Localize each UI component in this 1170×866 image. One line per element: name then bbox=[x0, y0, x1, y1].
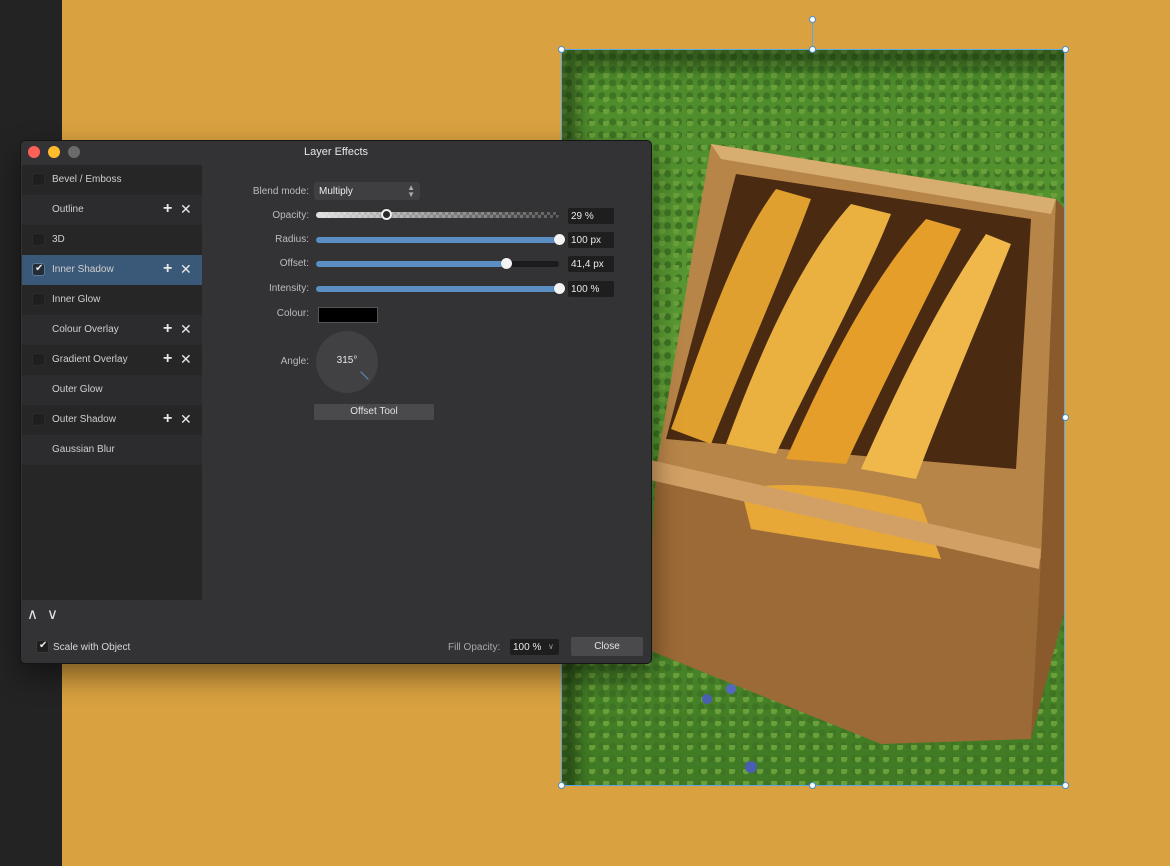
resize-handle-top-left[interactable] bbox=[558, 46, 565, 53]
remove-icon[interactable]: ✕ bbox=[180, 321, 192, 337]
scale-with-object-checkbox[interactable]: ✔ bbox=[36, 640, 49, 653]
blend-mode-value: Multiply bbox=[319, 186, 353, 197]
effect-checkbox[interactable]: ✔ bbox=[32, 263, 45, 276]
effect-label: Gradient Overlay bbox=[52, 354, 128, 365]
fill-opacity-value: 100 % bbox=[513, 642, 542, 653]
effect-row-colour-overlay[interactable]: Colour Overlay + ✕ bbox=[22, 315, 202, 345]
effect-checkbox[interactable] bbox=[32, 233, 45, 246]
rotation-handle[interactable] bbox=[809, 16, 816, 23]
effect-label: 3D bbox=[52, 234, 65, 245]
opacity-field[interactable]: 29 % bbox=[568, 208, 614, 224]
remove-icon[interactable]: ✕ bbox=[180, 261, 192, 277]
resize-handle-bottom-left[interactable] bbox=[558, 782, 565, 789]
angle-indicator bbox=[360, 371, 369, 380]
colour-swatch[interactable] bbox=[318, 307, 378, 323]
add-icon[interactable]: + bbox=[163, 200, 172, 218]
move-up-icon[interactable]: ∧ bbox=[27, 605, 38, 623]
radius-slider-knob[interactable] bbox=[554, 234, 565, 245]
opacity-slider[interactable] bbox=[316, 209, 559, 220]
offset-slider-fill bbox=[316, 261, 506, 267]
rotation-line bbox=[812, 19, 813, 49]
effect-row-outer-shadow[interactable]: Outer Shadow + ✕ bbox=[22, 405, 202, 435]
effect-label: Colour Overlay bbox=[52, 324, 119, 335]
add-icon[interactable]: + bbox=[163, 410, 172, 428]
resize-handle-top-right[interactable] bbox=[1062, 46, 1069, 53]
intensity-label: Intensity: bbox=[268, 283, 309, 294]
effect-row-inner-shadow[interactable]: ✔ Inner Shadow + ✕ bbox=[22, 255, 202, 285]
effect-checkbox[interactable] bbox=[32, 173, 45, 186]
chevron-down-icon[interactable]: ∨ bbox=[548, 642, 554, 651]
intensity-slider[interactable] bbox=[316, 283, 565, 294]
radius-field[interactable]: 100 px bbox=[568, 232, 614, 248]
effect-checkbox[interactable] bbox=[32, 413, 45, 426]
effect-row-gaussian-blur[interactable]: Gaussian Blur bbox=[22, 435, 202, 465]
effect-checkbox[interactable] bbox=[32, 353, 45, 366]
angle-dial[interactable]: 315° bbox=[316, 331, 378, 393]
offset-tool-button[interactable]: Offset Tool bbox=[314, 404, 434, 420]
effect-row-outer-glow[interactable]: Outer Glow bbox=[22, 375, 202, 405]
effect-row-gradient-overlay[interactable]: Gradient Overlay + ✕ bbox=[22, 345, 202, 375]
intensity-value: 100 % bbox=[571, 284, 600, 295]
angle-value: 315° bbox=[336, 355, 358, 366]
resize-handle-right[interactable] bbox=[1062, 414, 1069, 421]
effect-label: Inner Shadow bbox=[52, 264, 114, 275]
add-icon[interactable]: + bbox=[163, 350, 172, 368]
layer-effects-dialog: Layer Effects Bevel / Emboss Outline + ✕… bbox=[20, 140, 652, 664]
blend-mode-label: Blend mode: bbox=[252, 186, 309, 197]
remove-icon[interactable]: ✕ bbox=[180, 411, 192, 427]
add-icon[interactable]: + bbox=[163, 260, 172, 278]
checkmark-icon: ✔ bbox=[35, 263, 44, 274]
effect-row-3d[interactable]: 3D bbox=[22, 225, 202, 255]
blend-mode-select[interactable]: Multiply ▲ ▼ bbox=[314, 182, 420, 200]
dialog-titlebar[interactable]: Layer Effects bbox=[21, 141, 651, 163]
radius-slider[interactable] bbox=[316, 234, 565, 245]
effect-row-bevel-emboss[interactable]: Bevel / Emboss bbox=[22, 165, 202, 195]
resize-handle-bottom[interactable] bbox=[809, 782, 816, 789]
effect-checkbox[interactable] bbox=[32, 293, 45, 306]
opacity-label: Opacity: bbox=[272, 210, 309, 221]
effects-list: Bevel / Emboss Outline + ✕ 3D ✔ Inner Sh… bbox=[22, 165, 202, 600]
offset-label: Offset: bbox=[279, 258, 309, 269]
radius-slider-fill bbox=[316, 237, 559, 243]
up-down-chevron-icon: ▲ ▼ bbox=[407, 183, 415, 199]
add-icon[interactable]: + bbox=[163, 320, 172, 338]
opacity-value: 29 % bbox=[571, 211, 594, 222]
intensity-slider-knob[interactable] bbox=[554, 283, 565, 294]
effect-label: Bevel / Emboss bbox=[52, 174, 122, 185]
effect-label: Inner Glow bbox=[52, 294, 101, 305]
effect-label: Outer Glow bbox=[52, 384, 103, 395]
resize-handle-top[interactable] bbox=[809, 46, 816, 53]
dialog-title: Layer Effects bbox=[304, 146, 368, 158]
offset-slider[interactable] bbox=[316, 258, 559, 269]
checkmark-icon: ✔ bbox=[39, 640, 48, 651]
intensity-field[interactable]: 100 % bbox=[568, 281, 614, 297]
intensity-slider-fill bbox=[316, 286, 559, 292]
angle-label: Angle: bbox=[280, 356, 309, 367]
remove-icon[interactable]: ✕ bbox=[180, 201, 192, 217]
effect-label: Gaussian Blur bbox=[52, 444, 115, 455]
offset-slider-knob[interactable] bbox=[500, 258, 512, 269]
effect-label: Outer Shadow bbox=[52, 414, 116, 425]
move-down-icon[interactable]: ∨ bbox=[47, 605, 58, 623]
offset-field[interactable]: 41,4 px bbox=[568, 256, 614, 272]
radius-label: Radius: bbox=[275, 234, 309, 245]
offset-value: 41,4 px bbox=[571, 259, 604, 270]
effect-row-outline[interactable]: Outline + ✕ bbox=[22, 195, 202, 225]
fill-opacity-field[interactable]: 100 % ∨ bbox=[510, 639, 559, 655]
opacity-slider-knob[interactable] bbox=[381, 209, 393, 220]
radius-value: 100 px bbox=[571, 235, 602, 246]
effect-label: Outline bbox=[52, 204, 84, 215]
remove-icon[interactable]: ✕ bbox=[180, 351, 192, 367]
colour-label: Colour: bbox=[276, 308, 309, 319]
close-button[interactable]: Close bbox=[571, 637, 643, 656]
resize-handle-bottom-right[interactable] bbox=[1062, 782, 1069, 789]
effect-row-inner-glow[interactable]: Inner Glow bbox=[22, 285, 202, 315]
fill-opacity-label: Fill Opacity: bbox=[448, 642, 501, 653]
scale-with-object-label: Scale with Object bbox=[53, 642, 131, 653]
